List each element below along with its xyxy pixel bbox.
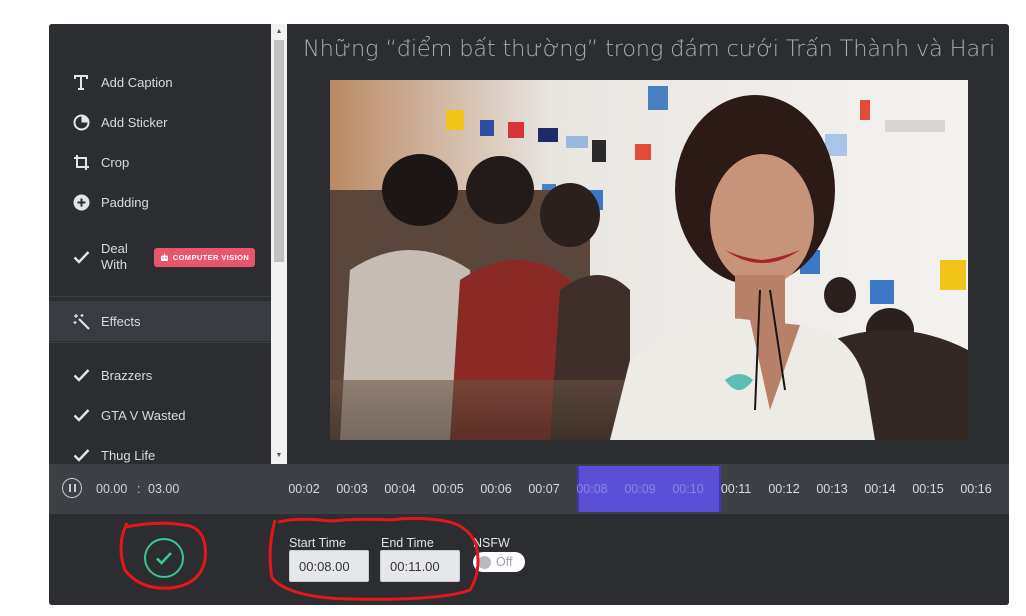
- timeline-tick: 00:10: [672, 482, 704, 496]
- deal-label-line2: With: [101, 257, 127, 272]
- timeline-tick: 00:04: [384, 482, 416, 496]
- sidebar-item-label: Brazzers: [101, 367, 153, 383]
- timeline-tick: 00:14: [864, 482, 896, 496]
- timeline-tick: 00:07: [528, 482, 560, 496]
- start-time-input[interactable]: [289, 550, 369, 582]
- pause-button[interactable]: [62, 478, 82, 498]
- sidebar-item-label: Deal With: [101, 241, 128, 273]
- sidebar-item-padding[interactable]: Padding: [49, 182, 271, 222]
- sidebar-item-effects[interactable]: Effects: [49, 301, 271, 341]
- magic-wand-icon: [70, 313, 92, 330]
- sidebar-scrollbar[interactable]: ▲ ▼: [271, 24, 287, 464]
- sidebar-item-label: Add Caption: [101, 74, 173, 90]
- nsfw-toggle[interactable]: Off: [473, 552, 525, 572]
- video-editor-app: Add Caption Add Sticker Crop Padding Dea…: [49, 24, 1009, 605]
- timeline-tick: 00:09: [624, 482, 656, 496]
- tools-sidebar: Add Caption Add Sticker Crop Padding Dea…: [49, 24, 271, 464]
- timeline-tick: 00:13: [816, 482, 848, 496]
- time-separator: :: [137, 482, 141, 496]
- start-time-label: Start Time: [289, 536, 346, 550]
- deal-label-line1: Deal: [101, 241, 128, 256]
- sidebar-divider: [49, 342, 271, 343]
- sticker-icon: [70, 114, 92, 131]
- badge-text: COMPUTER VISION: [172, 252, 250, 262]
- end-time-input[interactable]: [380, 550, 460, 582]
- sidebar-divider: [49, 296, 271, 297]
- sidebar-item-label: Crop: [101, 154, 130, 170]
- video-title: Những “điểm bất thường” trong đám cưới T…: [302, 36, 996, 62]
- nsfw-label: NSFW: [473, 536, 510, 550]
- text-icon: [70, 73, 92, 91]
- scroll-down-arrow-icon[interactable]: ▼: [271, 448, 287, 462]
- sidebar-item-add-caption[interactable]: Add Caption: [49, 62, 271, 102]
- sidebar-item-label: Thug Life: [101, 447, 156, 463]
- sidebar-item-deal-with[interactable]: Deal With COMPUTER VISION: [49, 232, 271, 282]
- sidebar-item-add-sticker[interactable]: Add Sticker: [49, 102, 271, 142]
- scroll-up-arrow-icon[interactable]: ▲: [271, 24, 287, 38]
- sidebar-item-label: Effects: [101, 313, 141, 329]
- sidebar-item-label: Add Sticker: [101, 114, 168, 130]
- sidebar-item-gta-v-wasted[interactable]: GTA V Wasted: [49, 395, 271, 435]
- timeline-tick: 00:11: [720, 482, 752, 496]
- pause-icon: [68, 484, 71, 492]
- timeline-tick: 00:02: [288, 482, 320, 496]
- sidebar-item-crop[interactable]: Crop: [49, 142, 271, 182]
- check-icon: [70, 448, 92, 462]
- toggle-knob: [478, 555, 491, 569]
- timeline-tick: 00:15: [912, 482, 944, 496]
- timeline-tick: 00:03: [336, 482, 368, 496]
- check-icon: [156, 552, 172, 565]
- timeline-tick: 00:06: [480, 482, 512, 496]
- check-icon: [70, 368, 92, 382]
- plus-circle-icon: [70, 194, 92, 211]
- clip-settings-panel: Start Time End Time NSFW Off: [49, 514, 1009, 605]
- sidebar-item-brazzers[interactable]: Brazzers: [49, 355, 271, 395]
- timeline-tick: 00:08: [576, 482, 608, 496]
- end-time-label: End Time: [381, 536, 434, 550]
- video-preview[interactable]: [330, 80, 968, 440]
- total-time: 03.00: [148, 482, 180, 496]
- video-frame-image: [330, 80, 968, 440]
- pause-icon-bar: [73, 484, 76, 492]
- computer-vision-badge: COMPUTER VISION: [153, 247, 256, 267]
- sidebar-item-label: GTA V Wasted: [101, 407, 186, 423]
- check-icon: [70, 408, 92, 422]
- current-time: 00.00: [96, 482, 128, 496]
- timeline-tick: 00:05: [432, 482, 464, 496]
- timeline-tick: 00:16: [960, 482, 992, 496]
- toggle-state-label: Off: [496, 555, 513, 569]
- timeline-bar[interactable]: 00.00 : 03.00 00:02 00:03 00:04 00:05 00…: [49, 464, 1009, 514]
- crop-icon: [70, 154, 92, 171]
- confirm-button[interactable]: [144, 538, 184, 578]
- scrollbar-thumb[interactable]: [274, 40, 284, 262]
- check-icon: [70, 250, 92, 264]
- timeline-tick: 00:12: [768, 482, 800, 496]
- robot-icon: [160, 253, 168, 261]
- sidebar-item-label: Padding: [101, 194, 149, 210]
- sidebar-item-thug-life[interactable]: Thug Life: [49, 435, 271, 464]
